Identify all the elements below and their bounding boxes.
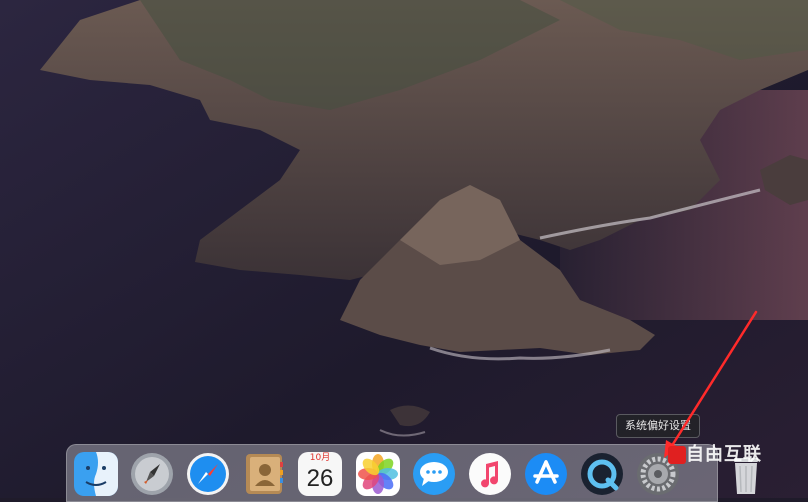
watermark-text: 自由互联 — [686, 444, 762, 465]
annotation-arrow — [664, 310, 758, 458]
watermark-logo-icon — [668, 446, 686, 464]
